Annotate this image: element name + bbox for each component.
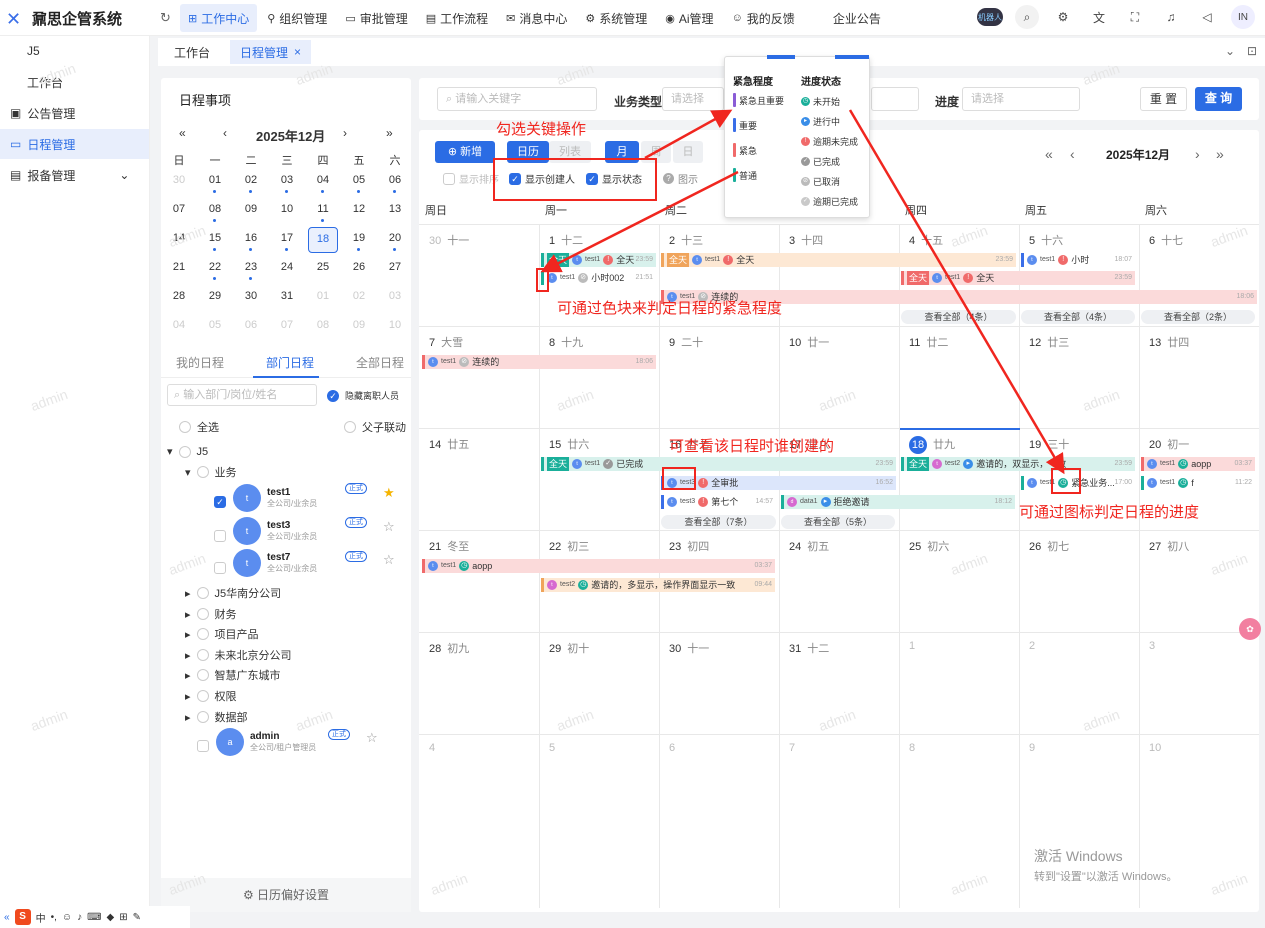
annotation-arrows xyxy=(540,109,1065,475)
skin-icon[interactable]: ◆ xyxy=(107,912,115,923)
ime-taskbar: « S 中 •, ☺ ♪ ⌨ ◆ ⊞ ✎ xyxy=(0,906,190,928)
mic-icon[interactable]: ♪ xyxy=(77,912,82,923)
windows-activation: 激活 Windows 转到"设置"以激活 Windows。 xyxy=(1034,848,1178,883)
ime-logo-icon[interactable]: S xyxy=(14,909,31,925)
emoji-icon[interactable]: ☺ xyxy=(62,912,72,923)
tools-icon[interactable]: ✎ xyxy=(133,912,141,923)
assistant-float-icon[interactable]: ✿ xyxy=(1239,618,1261,640)
apps-icon[interactable]: ⊞ xyxy=(119,912,127,923)
keyboard-icon[interactable]: ⌨ xyxy=(87,912,101,923)
collapse-icon[interactable]: « xyxy=(4,912,10,923)
ime-mode[interactable]: 中 xyxy=(36,910,46,925)
punctuation-icon[interactable]: •, xyxy=(51,912,57,923)
